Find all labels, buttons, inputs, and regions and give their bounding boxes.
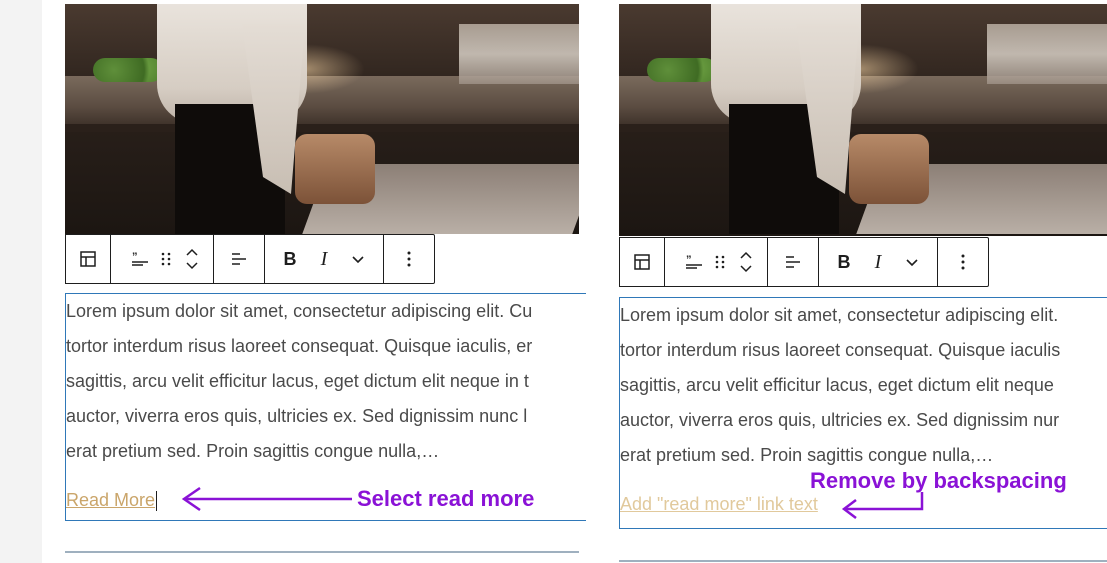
- featured-image[interactable]: [65, 4, 579, 234]
- quote-icon[interactable]: ”: [127, 235, 153, 283]
- separator: [65, 551, 579, 553]
- block-type-group: [619, 237, 665, 287]
- excerpt-line: erat pretium sed. Proin sagittis congue …: [66, 441, 440, 461]
- excerpt-paragraph: Lorem ipsum dolor sit amet, consectetur …: [66, 294, 586, 469]
- block-toolbar: ” B I: [619, 237, 989, 287]
- bold-icon[interactable]: B: [273, 235, 307, 283]
- excerpt-block[interactable]: Lorem ipsum dolor sit amet, consectetur …: [619, 297, 1107, 529]
- transform-group: ”: [119, 235, 214, 283]
- bold-icon[interactable]: B: [827, 238, 861, 286]
- excerpt-line: auctor, viverra eros quis, ultricies ex.…: [66, 406, 528, 426]
- svg-text:”: ”: [132, 251, 138, 263]
- block-toolbar: ” B I: [65, 234, 435, 284]
- excerpt-line: Lorem ipsum dolor sit amet, consectetur …: [620, 305, 1059, 325]
- options-icon[interactable]: [946, 238, 980, 286]
- options-group: [938, 238, 988, 286]
- excerpt-paragraph: Lorem ipsum dolor sit amet, consectetur …: [620, 298, 1107, 473]
- annotation-remove-by-backspacing: Remove by backspacing: [810, 468, 1067, 493]
- excerpt-line: auctor, viverra eros quis, ultricies ex.…: [620, 410, 1060, 430]
- italic-icon[interactable]: I: [307, 235, 341, 283]
- more-formatting-icon[interactable]: [895, 238, 929, 286]
- format-group: B I: [819, 238, 938, 286]
- excerpt-line: Lorem ipsum dolor sit amet, consectetur …: [66, 301, 533, 321]
- align-icon[interactable]: [222, 235, 256, 283]
- block-layout-icon[interactable]: [71, 235, 105, 283]
- excerpt-line: tortor interdum risus laoreet consequat.…: [620, 340, 1061, 360]
- excerpt-line: sagittis, arcu velit efficitur lacus, eg…: [620, 375, 1054, 395]
- more-formatting-icon[interactable]: [341, 235, 375, 283]
- separator: [619, 560, 1107, 562]
- options-icon[interactable]: [392, 235, 426, 283]
- excerpt-line: tortor interdum risus laoreet consequat.…: [66, 336, 533, 356]
- italic-icon[interactable]: I: [861, 238, 895, 286]
- block-layout-icon[interactable]: [625, 238, 659, 286]
- quote-icon[interactable]: ”: [681, 238, 707, 286]
- text-cursor: [156, 491, 158, 512]
- move-up-down-icon[interactable]: [733, 238, 759, 286]
- svg-text:”: ”: [686, 254, 692, 266]
- read-more-link[interactable]: Read More: [66, 483, 155, 518]
- align-group: [214, 235, 265, 283]
- left-editor-panel: ” B I Lorem ipsum dolor sit amet, consec…: [65, 0, 586, 563]
- read-more-link-placeholder[interactable]: Add "read more" link text: [620, 487, 818, 522]
- drag-handle-icon[interactable]: [153, 235, 179, 283]
- move-up-down-icon[interactable]: [179, 235, 205, 283]
- align-icon[interactable]: [776, 238, 810, 286]
- editor-sidebar-edge: [0, 0, 42, 563]
- options-group: [384, 235, 434, 283]
- format-group: B I: [265, 235, 384, 283]
- block-type-group: [65, 234, 111, 284]
- drag-handle-icon[interactable]: [707, 238, 733, 286]
- excerpt-line: sagittis, arcu velit efficitur lacus, eg…: [66, 371, 529, 391]
- annotation-select-read-more: Select read more: [357, 486, 535, 511]
- featured-image[interactable]: [619, 4, 1107, 236]
- align-group: [768, 238, 819, 286]
- transform-group: ”: [673, 238, 768, 286]
